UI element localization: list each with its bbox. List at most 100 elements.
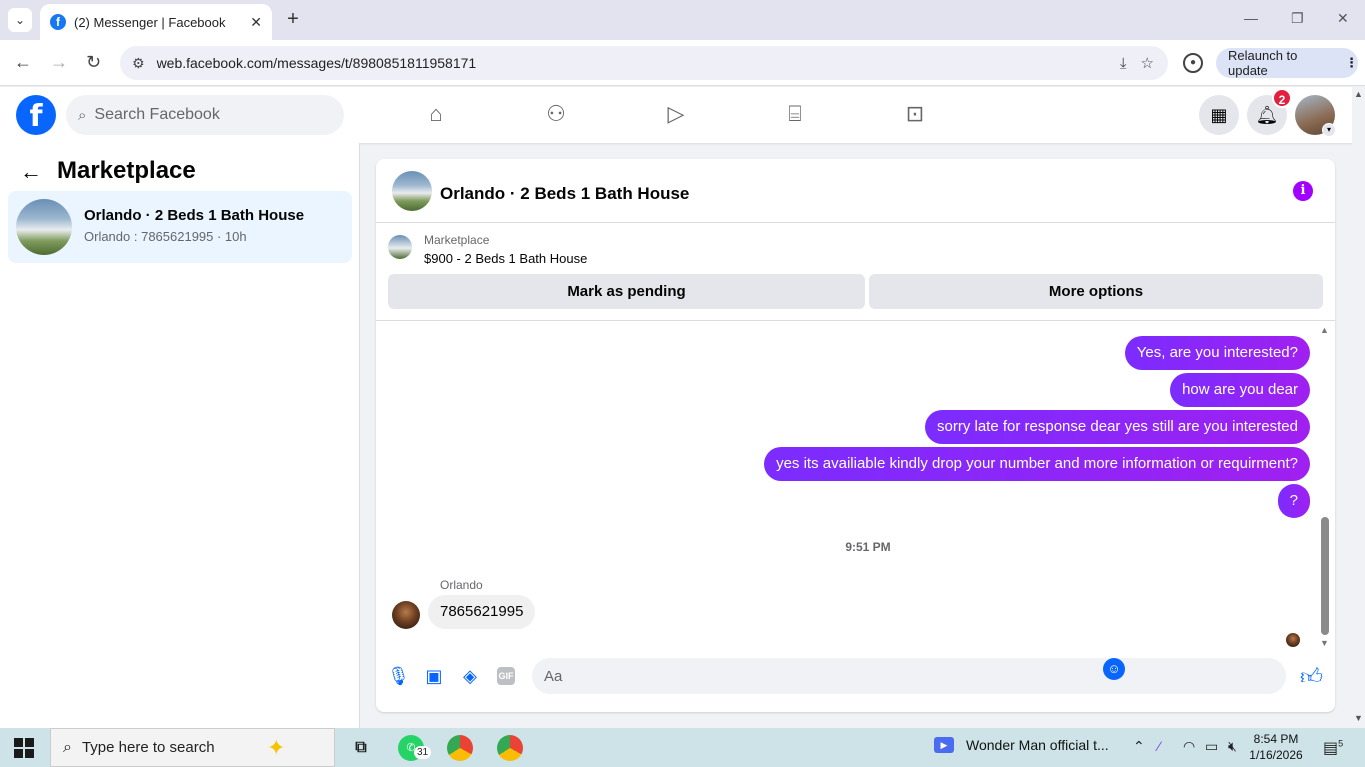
thumbs-up-icon[interactable]: 👍︎ xyxy=(1300,663,1323,690)
outgoing-message[interactable]: how are you dear xyxy=(1170,373,1310,407)
media-title: Wonder Man official t... xyxy=(966,737,1109,753)
profile-icon[interactable]: ● xyxy=(1183,53,1203,73)
microphone-icon[interactable]: 🎙︎ xyxy=(387,665,410,687)
chat-scrollbar[interactable]: ▲ ▼ xyxy=(1320,325,1330,650)
friends-icon[interactable]: ⚇ xyxy=(541,101,571,129)
windows-start-icon[interactable] xyxy=(14,738,34,758)
info-icon[interactable]: i xyxy=(1293,181,1313,201)
sender-avatar[interactable] xyxy=(392,601,420,629)
tab-search-chevron-icon[interactable]: ⌄ xyxy=(8,8,32,32)
taskbar-clock[interactable]: 8:54 PM 1/16/2026 xyxy=(1248,731,1304,763)
home-icon[interactable]: ⌂ xyxy=(421,101,451,129)
notification-center-icon[interactable]: ▤5 xyxy=(1323,738,1343,758)
chrome-profile-icon[interactable] xyxy=(497,735,523,761)
reload-icon[interactable]: ↻ xyxy=(86,52,101,73)
facebook-logo-icon[interactable]: f xyxy=(16,95,56,135)
minimize-icon[interactable]: — xyxy=(1244,10,1258,26)
listing-price-title[interactable]: $900 - 2 Beds 1 Bath House xyxy=(424,251,587,266)
message-input[interactable] xyxy=(544,658,1244,694)
message-input-box[interactable] xyxy=(532,658,1286,694)
gaming-icon[interactable]: ⊡ xyxy=(900,101,930,129)
outgoing-message[interactable]: Yes, are you interested? xyxy=(1124,336,1310,370)
address-bar-row: ← → ↻ ⚙ web.facebook.com/messages/t/8980… xyxy=(0,40,1365,86)
mark-as-pending-button[interactable]: Mark as pending xyxy=(388,274,865,309)
photo-icon[interactable]: ▣ xyxy=(423,665,445,687)
account-chevron-down-icon[interactable]: ▾ xyxy=(1322,123,1336,137)
message-thread: Yes, are you interested? how are you dea… xyxy=(376,321,1335,651)
wifi-icon[interactable]: ◠ xyxy=(1183,738,1195,755)
message-timestamp: 9:51 PM xyxy=(845,540,891,554)
outgoing-message[interactable]: sorry late for response dear yes still a… xyxy=(924,410,1310,444)
video-icon[interactable]: ▷ xyxy=(661,101,691,129)
listing-label: Marketplace xyxy=(424,233,490,247)
conversation-preview: Orlando : 7865621995 · 10h xyxy=(84,229,247,244)
chat-header: Orlando · 2 Beds 1 Bath House i xyxy=(376,159,1335,223)
restore-icon[interactable]: ❐ xyxy=(1291,10,1304,27)
new-tab-plus-icon[interactable]: + xyxy=(282,8,304,30)
tab-close-icon[interactable]: ✕ xyxy=(250,14,262,31)
facebook-header: f ⌕ ⌂ ⚇ ▷ ⌸ ⊡ ▦ 🔔︎ xyxy=(0,87,1365,143)
taskbar-search[interactable]: ⌕ Type here to search ✦ xyxy=(50,728,335,767)
browser-tab[interactable]: f (2) Messenger | Facebook ✕ xyxy=(40,4,272,40)
search-icon: ⌕ xyxy=(78,106,87,124)
clock-date: 1/16/2026 xyxy=(1249,748,1303,762)
emoji-icon[interactable]: ☺ xyxy=(1103,658,1125,680)
listing-avatar xyxy=(388,235,412,259)
page-scrollbar[interactable]: ▲ ▼ xyxy=(1352,87,1365,728)
media-widget[interactable]: ▶ Wonder Man official t... xyxy=(934,737,1109,753)
forward-arrow-icon[interactable]: → xyxy=(50,52,68,73)
taskbar-search-placeholder: Type here to search xyxy=(81,739,215,756)
page-scroll-down-icon[interactable]: ▼ xyxy=(1354,713,1363,723)
listing-banner: Marketplace $900 - 2 Beds 1 Bath House M… xyxy=(376,223,1335,321)
page-scroll-up-icon[interactable]: ▲ xyxy=(1354,89,1363,99)
more-options-button[interactable]: More options xyxy=(869,274,1323,309)
windows-taskbar: ⌕ Type here to search ✦ ⧉ ✆ 31 ▶ Wonder … xyxy=(0,728,1365,767)
conversation-list-item[interactable]: Orlando · 2 Beds 1 Bath House Orlando : … xyxy=(8,191,352,263)
seen-receipt-avatar xyxy=(1286,633,1300,647)
pen-icon[interactable]: ⁄ xyxy=(1158,738,1160,754)
site-settings-icon[interactable]: ⚙ xyxy=(132,55,145,72)
search-input[interactable] xyxy=(94,106,315,124)
install-icon[interactable]: ⤓ xyxy=(1120,55,1127,72)
scroll-up-icon[interactable]: ▲ xyxy=(1320,325,1329,335)
incoming-message[interactable]: 7865621995 xyxy=(428,595,536,629)
sender-name: Orlando xyxy=(440,578,483,592)
task-view-icon[interactable]: ⧉ xyxy=(348,735,374,761)
chrome-icon[interactable] xyxy=(447,735,473,761)
message-composer: 🎙︎ ▣ ◈ GIF ☺ 👍︎ xyxy=(376,651,1335,712)
mute-speaker-icon[interactable]: 🔇︎ xyxy=(1228,738,1237,755)
marketplace-icon[interactable]: ⌸ xyxy=(780,101,810,129)
chat-avatar[interactable] xyxy=(392,171,432,211)
video-play-icon: ▶ xyxy=(934,737,954,753)
conversation-name: Orlando · 2 Beds 1 Bath House xyxy=(84,207,305,224)
browser-tab-bar: ⌄ f (2) Messenger | Facebook ✕ + — ❐ ✕ xyxy=(0,0,1365,40)
chat-title[interactable]: Orlando · 2 Beds 1 Bath House xyxy=(440,184,689,204)
chat-panel: Orlando · 2 Beds 1 Bath House i Marketpl… xyxy=(376,159,1335,712)
outgoing-message[interactable]: ? xyxy=(1277,484,1310,518)
menu-grid-icon[interactable]: ▦ xyxy=(1199,95,1239,135)
window-close-icon[interactable]: ✕ xyxy=(1337,10,1349,27)
tab-title: (2) Messenger | Facebook xyxy=(74,14,226,30)
menu-dots-icon[interactable]: ⋮ xyxy=(1345,55,1358,71)
sticker-icon[interactable]: ◈ xyxy=(459,665,481,687)
scrollbar-thumb[interactable] xyxy=(1321,517,1329,635)
notification-badge: 2 xyxy=(1272,88,1292,108)
search-icon: ⌕ xyxy=(63,738,72,756)
copilot-sparkle-icon[interactable]: ✦ xyxy=(267,735,285,761)
facebook-search[interactable]: ⌕ xyxy=(66,95,344,135)
star-icon[interactable]: ☆ xyxy=(1141,54,1154,72)
sidebar-title: Marketplace xyxy=(57,157,196,184)
back-arrow-icon[interactable]: ← xyxy=(20,159,42,185)
omnibox[interactable]: ⚙ web.facebook.com/messages/t/8980851811… xyxy=(120,46,1168,80)
notification-center-count: 5 xyxy=(1338,738,1344,749)
relaunch-button[interactable]: Relaunch to update ⋮ xyxy=(1216,48,1358,78)
outgoing-message[interactable]: yes its availiable kindly drop your numb… xyxy=(764,447,1310,481)
url-text[interactable]: web.facebook.com/messages/t/898085181195… xyxy=(157,55,1120,71)
gif-icon[interactable]: GIF xyxy=(497,667,515,685)
tray-chevron-up-icon[interactable]: ⌃ xyxy=(1133,738,1145,755)
marketplace-sidebar: ← Marketplace Orlando · 2 Beds 1 Bath Ho… xyxy=(0,143,360,728)
listing-thumbnail xyxy=(16,199,72,255)
back-arrow-icon[interactable]: ← xyxy=(14,52,32,73)
battery-icon[interactable]: ▭ xyxy=(1205,738,1218,755)
scroll-down-icon[interactable]: ▼ xyxy=(1320,638,1329,648)
